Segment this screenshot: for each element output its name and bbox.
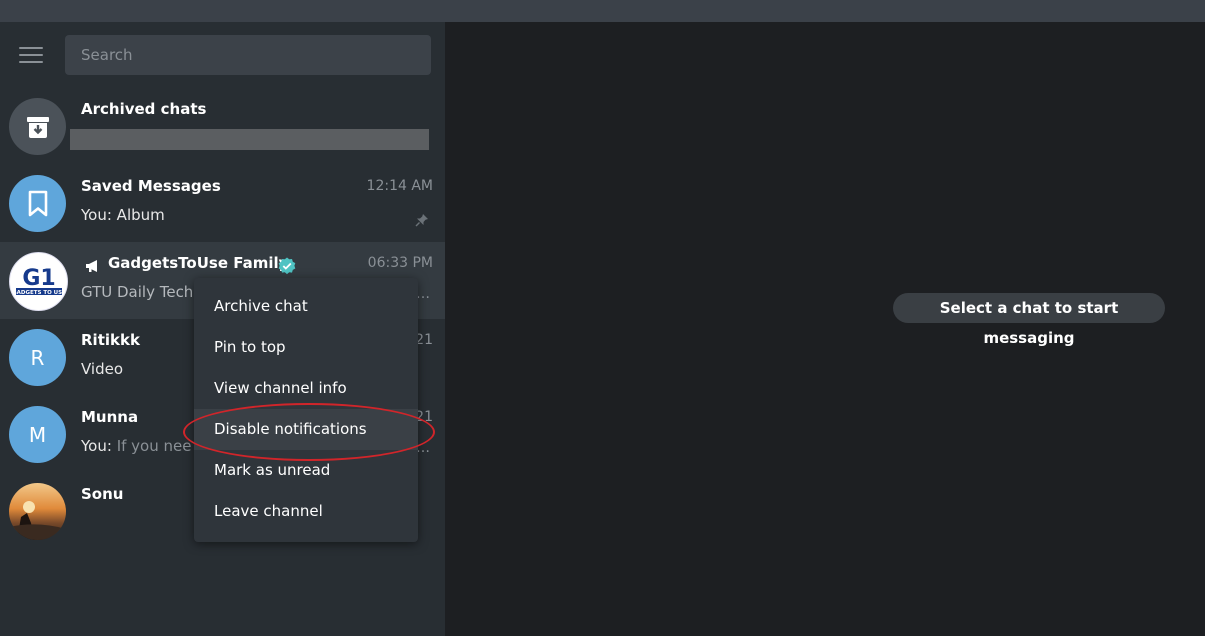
menu-item-leave-channel[interactable]: Leave channel [194, 491, 418, 532]
verified-badge-icon [278, 257, 296, 279]
svg-text:G1: G1 [22, 266, 55, 291]
photo-avatar [9, 483, 66, 540]
chat-preview: You: If you nee [81, 437, 192, 455]
gtu-logo-avatar: G1 GADGETS TO USE [9, 252, 68, 311]
chat-row-saved-messages[interactable]: Saved Messages 12:14 AM You: Album [0, 165, 445, 242]
chat-name: Sonu [81, 485, 124, 503]
ellipsis-icon: … [416, 286, 430, 302]
avatar: R [9, 329, 66, 386]
chat-name: Saved Messages [81, 177, 221, 195]
svg-text:GADGETS TO USE: GADGETS TO USE [12, 290, 66, 296]
main-chat-area [445, 22, 1205, 636]
menu-item-pin-to-top[interactable]: Pin to top [194, 327, 418, 368]
channel-megaphone-icon [84, 258, 102, 278]
menu-item-view-channel-info[interactable]: View channel info [194, 368, 418, 409]
chat-name: GadgetsToUse Family [108, 254, 289, 272]
empty-chat-hint: Select a chat to start messaging [893, 293, 1165, 347]
chat-name: Munna [81, 408, 139, 426]
chat-time: 12:14 AM [366, 178, 433, 194]
menu-item-disable-notifications[interactable]: Disable notifications [194, 409, 418, 450]
ellipsis-icon: … [416, 440, 430, 456]
window-titlebar [0, 0, 1205, 22]
search-input[interactable] [65, 35, 431, 75]
chat-preview: GTU Daily Tech [81, 283, 194, 301]
chat-name: Ritikkk [81, 331, 140, 349]
avatar: M [9, 406, 66, 463]
bookmark-icon [9, 175, 66, 232]
hamburger-menu-icon[interactable] [19, 47, 43, 65]
chat-name: Archived chats [81, 100, 207, 118]
chat-preview: You: Album [81, 206, 165, 224]
menu-item-mark-as-unread[interactable]: Mark as unread [194, 450, 418, 491]
pin-icon [415, 212, 429, 231]
redacted-preview [70, 129, 429, 150]
menu-item-archive-chat[interactable]: Archive chat [194, 286, 418, 327]
archive-icon [9, 98, 66, 155]
chat-time: 06:33 PM [367, 255, 433, 271]
chat-preview: Video [81, 360, 124, 378]
chat-row-archived[interactable]: Archived chats [0, 88, 445, 165]
chat-context-menu: Archive chat Pin to top View channel inf… [194, 278, 418, 542]
